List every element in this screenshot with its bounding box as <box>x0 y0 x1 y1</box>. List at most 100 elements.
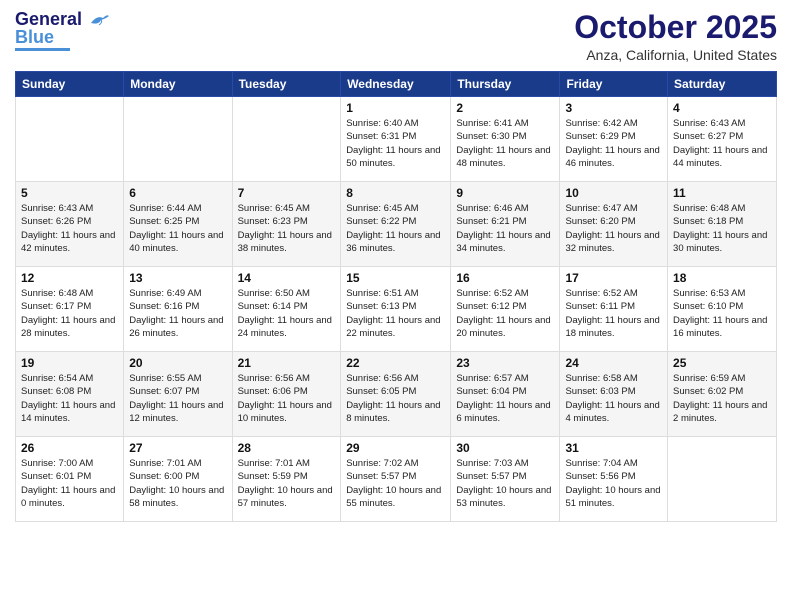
day-info: Sunrise: 7:00 AMSunset: 6:01 PMDaylight:… <box>21 457 118 510</box>
day-info: Sunrise: 6:49 AMSunset: 6:16 PMDaylight:… <box>129 287 226 340</box>
calendar-cell: 13 Sunrise: 6:49 AMSunset: 6:16 PMDayligh… <box>124 267 232 352</box>
logo-text-blue: Blue <box>15 28 54 46</box>
day-number: 27 <box>129 441 226 455</box>
calendar-table: Sunday Monday Tuesday Wednesday Thursday… <box>15 71 777 522</box>
calendar-cell: 30 Sunrise: 7:03 AMSunset: 5:57 PMDayligh… <box>451 437 560 522</box>
day-number: 5 <box>21 186 118 200</box>
calendar-header-row: Sunday Monday Tuesday Wednesday Thursday… <box>16 72 777 97</box>
bird-icon <box>89 13 109 27</box>
calendar-cell: 11Sunrise: 6:48 AMSunset: 6:18 PMDayligh… <box>668 182 777 267</box>
logo-text-general: General <box>15 10 109 28</box>
day-info: Sunrise: 6:57 AMSunset: 6:04 PMDaylight:… <box>456 372 554 425</box>
calendar-cell: 24Sunrise: 6:58 AMSunset: 6:03 PMDayligh… <box>560 352 668 437</box>
day-info: Sunrise: 6:54 AMSunset: 6:08 PMDaylight:… <box>21 372 118 425</box>
calendar-week-5: 26 Sunrise: 7:00 AMSunset: 6:01 PMDayligh… <box>16 437 777 522</box>
day-info: Sunrise: 6:56 AMSunset: 6:05 PMDaylight:… <box>346 372 445 425</box>
calendar-cell: 10 Sunrise: 6:47 AMSunset: 6:20 PMDayligh… <box>560 182 668 267</box>
day-info: Sunrise: 6:45 AMSunset: 6:22 PMDaylight:… <box>346 202 445 255</box>
day-info: Sunrise: 7:03 AMSunset: 5:57 PMDaylight:… <box>456 457 554 510</box>
calendar-cell: 23 Sunrise: 6:57 AMSunset: 6:04 PMDayligh… <box>451 352 560 437</box>
day-info: Sunrise: 6:47 AMSunset: 6:20 PMDaylight:… <box>565 202 662 255</box>
calendar-cell: 25 Sunrise: 6:59 AMSunset: 6:02 PMDayligh… <box>668 352 777 437</box>
day-number: 1 <box>346 101 445 115</box>
col-friday: Friday <box>560 72 668 97</box>
day-info: Sunrise: 6:41 AMSunset: 6:30 PMDaylight:… <box>456 117 554 170</box>
day-info: Sunrise: 7:02 AMSunset: 5:57 PMDaylight:… <box>346 457 445 510</box>
day-number: 28 <box>238 441 336 455</box>
day-number: 6 <box>129 186 226 200</box>
page: General Blue October 2025 Anza, Californ… <box>0 0 792 612</box>
day-number: 30 <box>456 441 554 455</box>
calendar-cell: 6 Sunrise: 6:44 AMSunset: 6:25 PMDaylight… <box>124 182 232 267</box>
day-info: Sunrise: 6:45 AMSunset: 6:23 PMDaylight:… <box>238 202 336 255</box>
calendar-cell: 31 Sunrise: 7:04 AMSunset: 5:56 PMDayligh… <box>560 437 668 522</box>
day-info: Sunrise: 6:48 AMSunset: 6:17 PMDaylight:… <box>21 287 118 340</box>
day-info: Sunrise: 6:50 AMSunset: 6:14 PMDaylight:… <box>238 287 336 340</box>
calendar-cell: 26 Sunrise: 7:00 AMSunset: 6:01 PMDayligh… <box>16 437 124 522</box>
calendar-cell: 8 Sunrise: 6:45 AMSunset: 6:22 PMDaylight… <box>341 182 451 267</box>
day-number: 20 <box>129 356 226 370</box>
location-title: Anza, California, United States <box>574 47 777 63</box>
col-saturday: Saturday <box>668 72 777 97</box>
calendar-cell <box>232 97 341 182</box>
header: General Blue October 2025 Anza, Californ… <box>15 10 777 63</box>
calendar-cell: 27 Sunrise: 7:01 AMSunset: 6:00 PMDayligh… <box>124 437 232 522</box>
day-info: Sunrise: 6:55 AMSunset: 6:07 PMDaylight:… <box>129 372 226 425</box>
day-info: Sunrise: 6:52 AMSunset: 6:11 PMDaylight:… <box>565 287 662 340</box>
calendar-cell: 29Sunrise: 7:02 AMSunset: 5:57 PMDayligh… <box>341 437 451 522</box>
calendar-cell: 19 Sunrise: 6:54 AMSunset: 6:08 PMDayligh… <box>16 352 124 437</box>
day-info: Sunrise: 6:58 AMSunset: 6:03 PMDaylight:… <box>565 372 662 425</box>
day-number: 17 <box>565 271 662 285</box>
day-number: 10 <box>565 186 662 200</box>
day-number: 3 <box>565 101 662 115</box>
day-number: 25 <box>673 356 771 370</box>
calendar-cell: 18Sunrise: 6:53 AMSunset: 6:10 PMDayligh… <box>668 267 777 352</box>
calendar-week-2: 5 Sunrise: 6:43 AMSunset: 6:26 PMDaylight… <box>16 182 777 267</box>
day-number: 26 <box>21 441 118 455</box>
calendar-week-1: 1 Sunrise: 6:40 AMSunset: 6:31 PMDaylight… <box>16 97 777 182</box>
calendar-cell: 20 Sunrise: 6:55 AMSunset: 6:07 PMDayligh… <box>124 352 232 437</box>
day-number: 15 <box>346 271 445 285</box>
day-info: Sunrise: 6:42 AMSunset: 6:29 PMDaylight:… <box>565 117 662 170</box>
day-info: Sunrise: 6:48 AMSunset: 6:18 PMDaylight:… <box>673 202 771 255</box>
day-number: 12 <box>21 271 118 285</box>
day-number: 31 <box>565 441 662 455</box>
calendar-cell: 2Sunrise: 6:41 AMSunset: 6:30 PMDaylight… <box>451 97 560 182</box>
day-info: Sunrise: 6:52 AMSunset: 6:12 PMDaylight:… <box>456 287 554 340</box>
col-wednesday: Wednesday <box>341 72 451 97</box>
logo: General Blue <box>15 10 109 51</box>
day-number: 22 <box>346 356 445 370</box>
day-info: Sunrise: 7:04 AMSunset: 5:56 PMDaylight:… <box>565 457 662 510</box>
col-sunday: Sunday <box>16 72 124 97</box>
month-title: October 2025 <box>574 10 777 45</box>
day-number: 4 <box>673 101 771 115</box>
calendar-cell: 12 Sunrise: 6:48 AMSunset: 6:17 PMDayligh… <box>16 267 124 352</box>
day-info: Sunrise: 7:01 AMSunset: 6:00 PMDaylight:… <box>129 457 226 510</box>
title-block: October 2025 Anza, California, United St… <box>574 10 777 63</box>
calendar-cell <box>16 97 124 182</box>
day-number: 13 <box>129 271 226 285</box>
calendar-cell <box>668 437 777 522</box>
day-info: Sunrise: 6:44 AMSunset: 6:25 PMDaylight:… <box>129 202 226 255</box>
calendar-cell: 17 Sunrise: 6:52 AMSunset: 6:11 PMDayligh… <box>560 267 668 352</box>
day-number: 23 <box>456 356 554 370</box>
day-number: 8 <box>346 186 445 200</box>
calendar-cell: 9Sunrise: 6:46 AMSunset: 6:21 PMDaylight… <box>451 182 560 267</box>
day-number: 14 <box>238 271 336 285</box>
col-monday: Monday <box>124 72 232 97</box>
day-info: Sunrise: 7:01 AMSunset: 5:59 PMDaylight:… <box>238 457 336 510</box>
day-info: Sunrise: 6:40 AMSunset: 6:31 PMDaylight:… <box>346 117 445 170</box>
logo-underline <box>15 48 70 51</box>
calendar-cell: 28 Sunrise: 7:01 AMSunset: 5:59 PMDayligh… <box>232 437 341 522</box>
day-info: Sunrise: 6:59 AMSunset: 6:02 PMDaylight:… <box>673 372 771 425</box>
day-number: 7 <box>238 186 336 200</box>
calendar-cell: 21Sunrise: 6:56 AMSunset: 6:06 PMDayligh… <box>232 352 341 437</box>
day-number: 21 <box>238 356 336 370</box>
day-number: 19 <box>21 356 118 370</box>
calendar-cell <box>124 97 232 182</box>
calendar-cell: 22 Sunrise: 6:56 AMSunset: 6:05 PMDayligh… <box>341 352 451 437</box>
calendar-cell: 14 Sunrise: 6:50 AMSunset: 6:14 PMDayligh… <box>232 267 341 352</box>
day-info: Sunrise: 6:43 AMSunset: 6:26 PMDaylight:… <box>21 202 118 255</box>
day-number: 18 <box>673 271 771 285</box>
calendar-week-4: 19 Sunrise: 6:54 AMSunset: 6:08 PMDayligh… <box>16 352 777 437</box>
